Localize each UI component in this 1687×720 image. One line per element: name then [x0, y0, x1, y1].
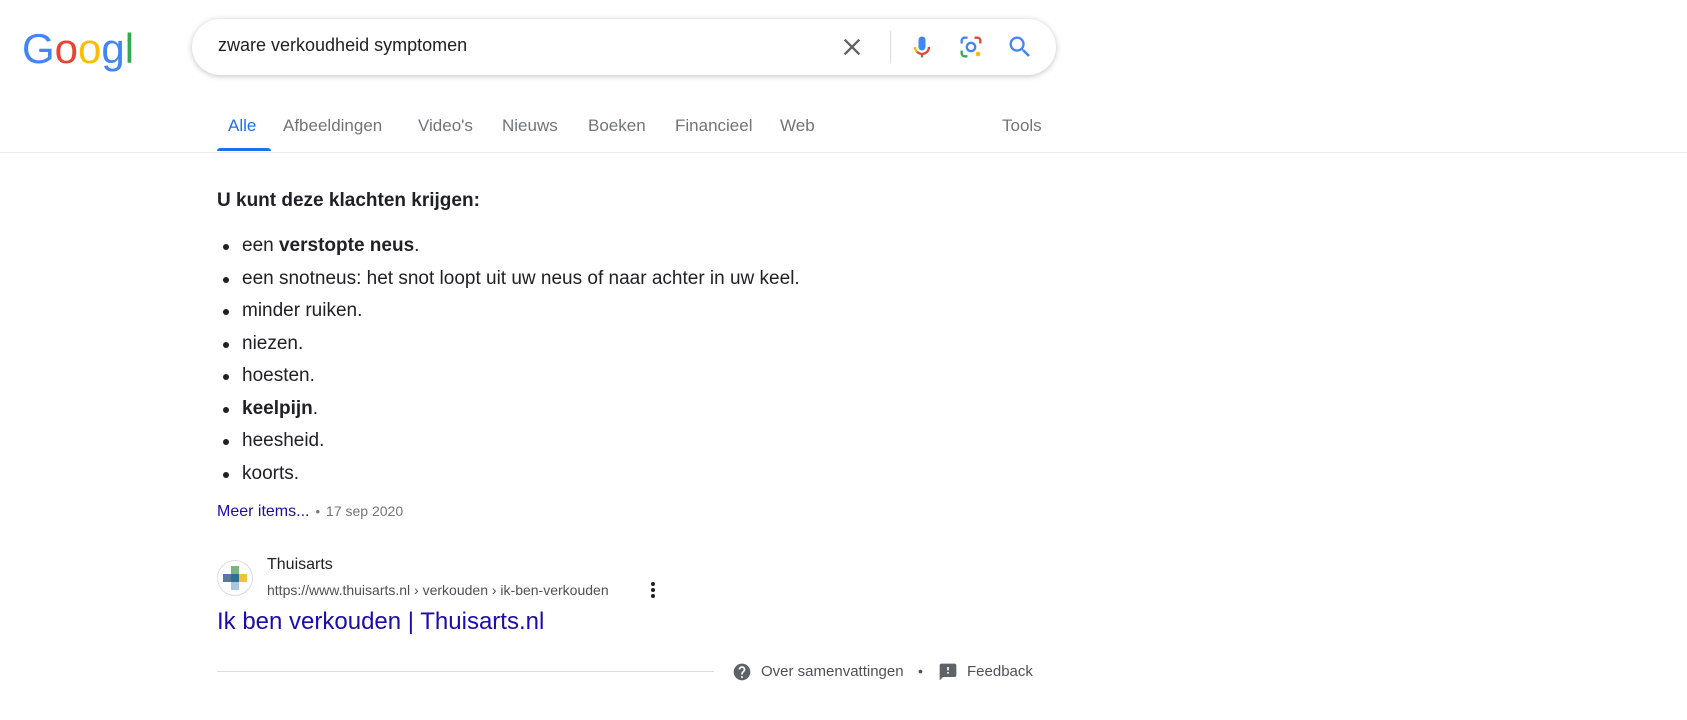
- list-item: keelpijn.: [217, 393, 800, 426]
- search-box[interactable]: zware verkoudheid symptomen: [192, 19, 1056, 75]
- snippet-date: 17 sep 2020: [326, 503, 404, 519]
- mic-icon[interactable]: [908, 33, 936, 61]
- search-input[interactable]: zware verkoudheid symptomen: [218, 35, 467, 56]
- tab-boeken[interactable]: Boeken: [588, 116, 646, 136]
- separator-dot: •: [315, 504, 321, 519]
- list-item: heesheid.: [217, 425, 800, 458]
- more-items-link[interactable]: Meer items...: [217, 503, 309, 520]
- search-icon[interactable]: [1006, 33, 1034, 61]
- help-icon[interactable]: [732, 662, 752, 682]
- list-item: hoesten.: [217, 360, 800, 393]
- tab-web[interactable]: Web: [780, 116, 815, 136]
- active-tab-indicator: [217, 148, 271, 151]
- list-item: een verstopte neus.: [217, 230, 800, 263]
- snippet-more-row: Meer items... • 17 sep 2020: [217, 503, 403, 521]
- close-icon[interactable]: [838, 33, 866, 61]
- footer-divider: [217, 671, 714, 672]
- site-name[interactable]: Thuisarts: [267, 556, 333, 574]
- site-url[interactable]: https://www.thuisarts.nl › verkouden › i…: [267, 582, 609, 598]
- google-logo[interactable]: Google: [22, 26, 136, 72]
- tab-alle[interactable]: Alle: [228, 116, 256, 136]
- more-options-icon[interactable]: [644, 580, 662, 600]
- site-favicon[interactable]: [217, 560, 253, 596]
- svg-text:Google: Google: [22, 26, 136, 72]
- tab-afbeeldingen[interactable]: Afbeeldingen: [283, 116, 382, 136]
- lens-icon[interactable]: [957, 33, 985, 61]
- list-item: minder ruiken.: [217, 295, 800, 328]
- list-item: een snotneus: het snot loopt uit uw neus…: [217, 263, 800, 296]
- search-divider: [890, 31, 891, 63]
- thuisarts-logo-icon: [223, 566, 247, 590]
- result-title-link[interactable]: Ik ben verkouden | Thuisarts.nl: [217, 608, 544, 636]
- feedback-icon[interactable]: [938, 662, 958, 682]
- feedback-link[interactable]: Feedback: [967, 663, 1033, 680]
- about-snippets-link[interactable]: Over samenvattingen: [761, 663, 904, 680]
- tab-nieuws[interactable]: Nieuws: [502, 116, 558, 136]
- list-item: niezen.: [217, 328, 800, 361]
- tools-button[interactable]: Tools: [1002, 116, 1042, 136]
- snippet-list: een verstopte neus. een snotneus: het sn…: [217, 230, 800, 490]
- tab-financieel[interactable]: Financieel: [675, 116, 753, 136]
- tab-videos[interactable]: Video's: [418, 116, 473, 136]
- footer-separator: •: [918, 663, 923, 679]
- search-tabs: Alle Afbeeldingen Video's Nieuws Boeken …: [0, 100, 1687, 153]
- list-item: koorts.: [217, 458, 800, 491]
- snippet-heading: U kunt deze klachten krijgen:: [217, 190, 480, 211]
